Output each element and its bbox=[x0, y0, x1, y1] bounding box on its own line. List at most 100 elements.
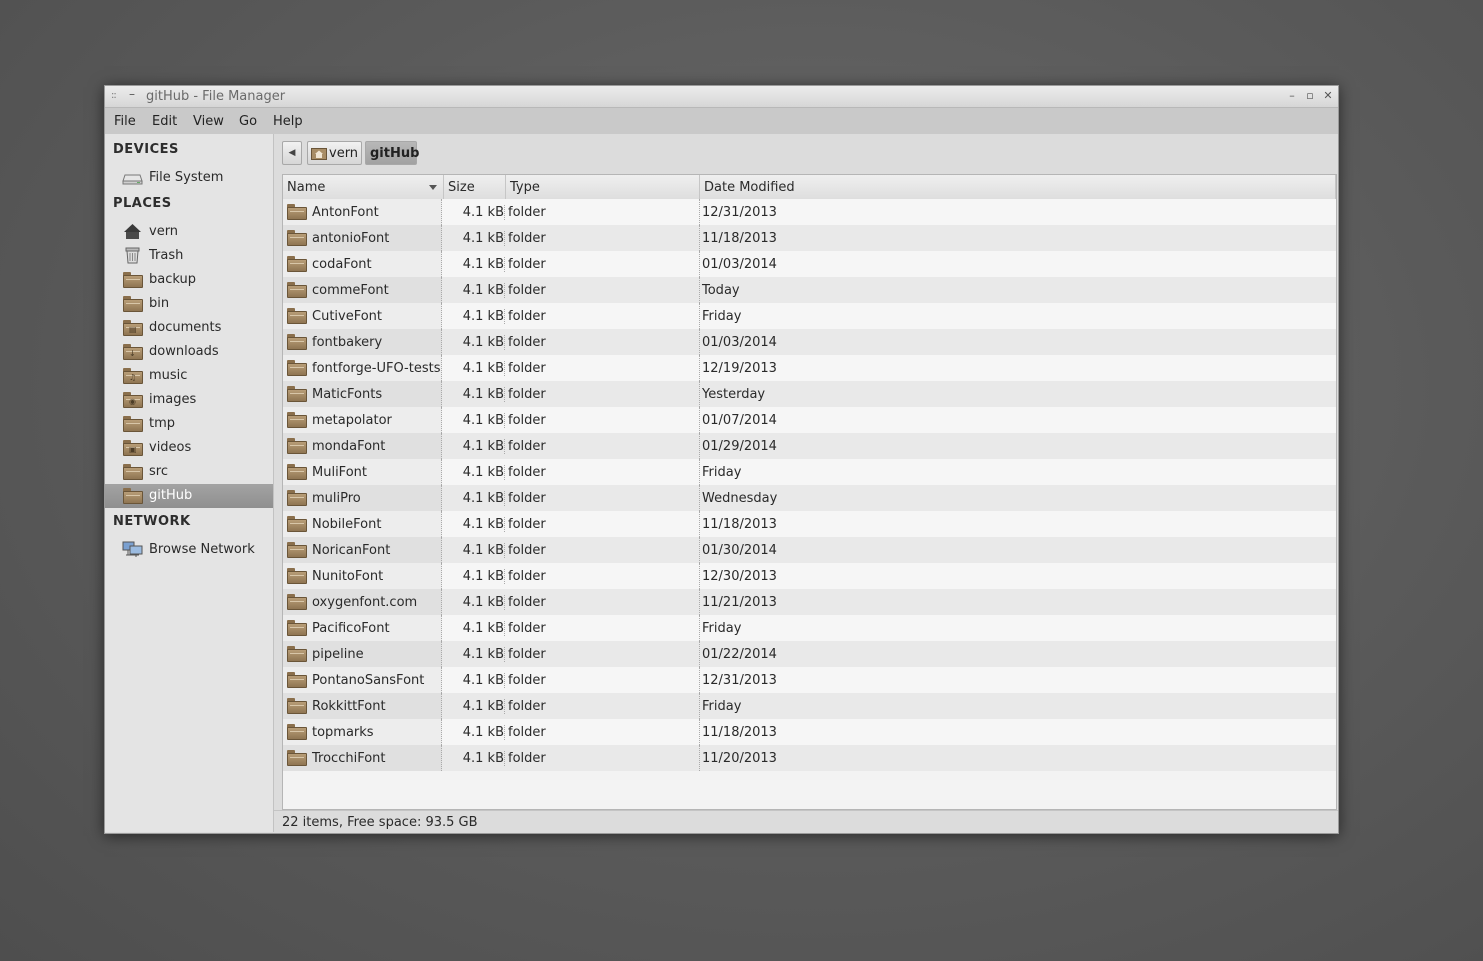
file-size: 4.1 kB bbox=[445, 387, 505, 402]
sidebar-item-file-system[interactable]: File System bbox=[105, 166, 273, 190]
sidebar-item-github[interactable]: gitHub bbox=[105, 484, 273, 508]
file-size: 4.1 kB bbox=[445, 439, 505, 454]
sidebar-item-label: music bbox=[149, 368, 188, 383]
table-row[interactable]: PontanoSansFont 4.1 kB folder 12/31/2013 bbox=[283, 667, 1336, 693]
table-row[interactable]: codaFont 4.1 kB folder 01/03/2014 bbox=[283, 251, 1336, 277]
file-size: 4.1 kB bbox=[445, 543, 505, 558]
file-size: 4.1 kB bbox=[445, 699, 505, 714]
sidebar-item-backup[interactable]: backup bbox=[105, 268, 273, 292]
file-type: folder bbox=[508, 439, 546, 454]
table-row[interactable]: fontbakery 4.1 kB folder 01/03/2014 bbox=[283, 329, 1336, 355]
file-date: 11/18/2013 bbox=[702, 231, 777, 246]
table-row[interactable]: AntonFont 4.1 kB folder 12/31/2013 bbox=[283, 199, 1336, 225]
column-header-label: Size bbox=[448, 180, 475, 195]
title-bar[interactable]: :: – gitHub - File Manager – ▫ ✕ bbox=[105, 86, 1338, 108]
window-menu-icon[interactable]: – bbox=[129, 87, 135, 101]
file-list: Name Size Type Date Modified AntonFont 4.… bbox=[282, 174, 1337, 810]
date-cell: 01/30/2014 bbox=[699, 537, 777, 563]
sidebar-item-label: documents bbox=[149, 320, 222, 335]
path-back-button[interactable]: ◀ bbox=[282, 141, 302, 165]
date-cell: 01/03/2014 bbox=[699, 251, 777, 277]
file-type: folder bbox=[508, 283, 546, 298]
table-row[interactable]: RokkittFont 4.1 kB folder Friday bbox=[283, 693, 1336, 719]
sidebar-item-vern[interactable]: vern bbox=[105, 220, 273, 244]
close-icon[interactable]: ✕ bbox=[1321, 89, 1335, 103]
sidebar-item-label: bin bbox=[149, 296, 170, 311]
folder-icon bbox=[287, 438, 307, 454]
status-bar: 22 items, Free space: 93.5 GB bbox=[274, 810, 1338, 833]
sidebar-item-videos[interactable]: ▣ videos bbox=[105, 436, 273, 460]
name-cell: CutiveFont bbox=[283, 303, 442, 329]
sidebar-item-images[interactable]: ◉ images bbox=[105, 388, 273, 412]
file-date: 01/30/2014 bbox=[702, 543, 777, 558]
maximize-icon[interactable]: ▫ bbox=[1303, 89, 1317, 103]
network-heading: NETWORK bbox=[113, 514, 191, 529]
file-manager-window: :: – gitHub - File Manager – ▫ ✕ File Ed… bbox=[104, 85, 1339, 834]
sidebar-item-src[interactable]: src bbox=[105, 460, 273, 484]
file-name: antonioFont bbox=[312, 231, 390, 246]
menu-edit[interactable]: Edit bbox=[152, 114, 177, 129]
sidebar-item-downloads[interactable]: ↓ downloads bbox=[105, 340, 273, 364]
folder-icon bbox=[287, 412, 307, 428]
folder-icon bbox=[123, 416, 143, 432]
window-title: gitHub - File Manager bbox=[146, 89, 286, 104]
table-row[interactable]: antonioFont 4.1 kB folder 11/18/2013 bbox=[283, 225, 1336, 251]
file-date: 01/03/2014 bbox=[702, 257, 777, 272]
menu-view[interactable]: View bbox=[193, 114, 224, 129]
file-size: 4.1 kB bbox=[445, 491, 505, 506]
breadcrumb-github[interactable]: gitHub bbox=[365, 141, 419, 165]
column-header-date[interactable]: Date Modified bbox=[700, 175, 1336, 199]
folder-icon bbox=[287, 464, 307, 480]
window-grip-icon[interactable]: :: bbox=[111, 90, 117, 101]
minimize-icon[interactable]: – bbox=[1285, 89, 1299, 103]
places-heading: PLACES bbox=[113, 196, 172, 211]
table-row[interactable]: topmarks 4.1 kB folder 11/18/2013 bbox=[283, 719, 1336, 745]
table-row[interactable]: metapolator 4.1 kB folder 01/07/2014 bbox=[283, 407, 1336, 433]
sidebar-item-music[interactable]: ♫ music bbox=[105, 364, 273, 388]
menu-go[interactable]: Go bbox=[239, 114, 257, 129]
table-row[interactable]: CutiveFont 4.1 kB folder Friday bbox=[283, 303, 1336, 329]
folder-icon bbox=[287, 698, 307, 714]
folder-icon bbox=[287, 308, 307, 324]
file-type: folder bbox=[508, 257, 546, 272]
table-row[interactable]: muliPro 4.1 kB folder Wednesday bbox=[283, 485, 1336, 511]
column-header-type[interactable]: Type bbox=[506, 175, 700, 199]
sidebar-item-documents[interactable]: ▤ documents bbox=[105, 316, 273, 340]
name-cell: antonioFont bbox=[283, 225, 442, 251]
sidebar-item-browse-network[interactable]: Browse Network bbox=[105, 538, 273, 562]
table-row[interactable]: NunitoFont 4.1 kB folder 12/30/2013 bbox=[283, 563, 1336, 589]
table-row[interactable]: pipeline 4.1 kB folder 01/22/2014 bbox=[283, 641, 1336, 667]
table-row[interactable]: mondaFont 4.1 kB folder 01/29/2014 bbox=[283, 433, 1336, 459]
table-row[interactable]: MuliFont 4.1 kB folder Friday bbox=[283, 459, 1336, 485]
sidebar-item-bin[interactable]: bin bbox=[105, 292, 273, 316]
file-type: folder bbox=[508, 491, 546, 506]
table-row[interactable]: MaticFonts 4.1 kB folder Yesterday bbox=[283, 381, 1336, 407]
column-header-name[interactable]: Name bbox=[283, 175, 444, 199]
file-type: folder bbox=[508, 673, 546, 688]
drive-icon bbox=[122, 174, 143, 185]
sidebar-item-tmp[interactable]: tmp bbox=[105, 412, 273, 436]
table-row[interactable]: TrocchiFont 4.1 kB folder 11/20/2013 bbox=[283, 745, 1336, 771]
menu-help[interactable]: Help bbox=[273, 114, 303, 129]
menu-file[interactable]: File bbox=[114, 114, 136, 129]
table-row[interactable]: PacificoFont 4.1 kB folder Friday bbox=[283, 615, 1336, 641]
file-type: folder bbox=[508, 725, 546, 740]
file-name: oxygenfont.com bbox=[312, 595, 418, 610]
sidebar: DEVICES File System PLACES vern Trash ba… bbox=[105, 134, 274, 832]
folder-icon bbox=[287, 568, 307, 584]
table-row[interactable]: commeFont 4.1 kB folder Today bbox=[283, 277, 1336, 303]
file-name: topmarks bbox=[312, 725, 374, 740]
table-row[interactable]: NoricanFont 4.1 kB folder 01/30/2014 bbox=[283, 537, 1336, 563]
file-type: folder bbox=[508, 621, 546, 636]
sidebar-item-trash[interactable]: Trash bbox=[105, 244, 273, 268]
name-cell: metapolator bbox=[283, 407, 442, 433]
breadcrumb-vern[interactable]: vern bbox=[307, 141, 362, 165]
file-type: folder bbox=[508, 699, 546, 714]
column-header-size[interactable]: Size bbox=[444, 175, 506, 199]
table-row[interactable]: oxygenfont.com 4.1 kB folder 11/21/2013 bbox=[283, 589, 1336, 615]
folder-icon bbox=[123, 296, 143, 312]
table-row[interactable]: NobileFont 4.1 kB folder 11/18/2013 bbox=[283, 511, 1336, 537]
devices-heading: DEVICES bbox=[113, 142, 179, 157]
date-cell: 01/22/2014 bbox=[699, 641, 777, 667]
table-row[interactable]: fontforge-UFO-tests 4.1 kB folder 12/19/201… bbox=[283, 355, 1336, 381]
